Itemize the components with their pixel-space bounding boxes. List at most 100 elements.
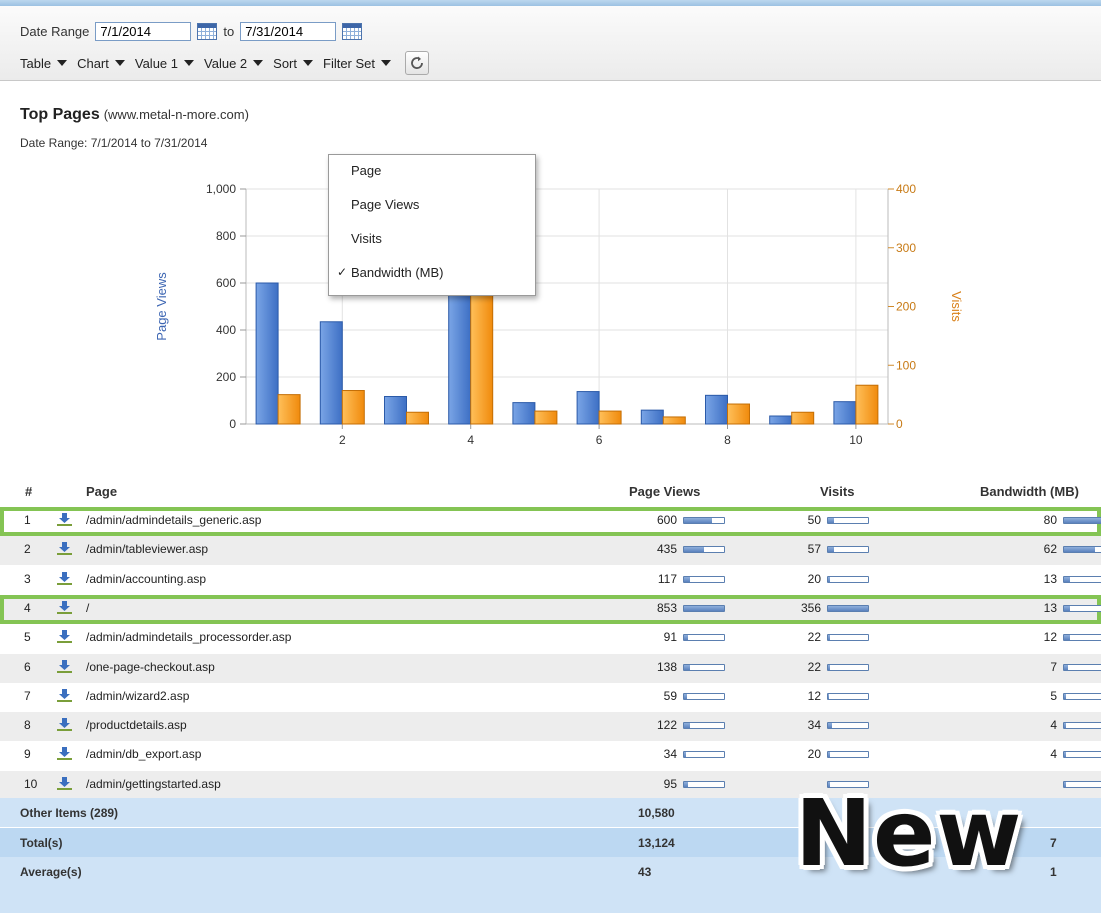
column-header-bandwidth[interactable]: Bandwidth (MB): [980, 484, 1079, 499]
table-row[interactable]: 8/productdetails.asp 122 34 4: [0, 712, 1101, 741]
bar-visits[interactable]: [277, 394, 301, 425]
table-row[interactable]: 9/admin/db_export.asp 34 20 4: [0, 741, 1101, 770]
page-views-cell-value: 122: [656, 718, 677, 732]
download-icon[interactable]: [56, 688, 73, 703]
bar-page-views[interactable]: [319, 321, 343, 425]
sort-option-bandwidth-mb[interactable]: Bandwidth (MB): [351, 265, 443, 280]
table-row[interactable]: 4 / 853 356 13: [0, 595, 1101, 624]
mini-bar: [683, 546, 725, 554]
calendar-icon[interactable]: [342, 22, 363, 40]
visits-cell: 50: [808, 513, 869, 527]
mini-bar-fill: [1064, 723, 1066, 729]
row-number: 10: [24, 777, 38, 791]
page-views-cell-value: 600: [656, 513, 677, 527]
download-icon[interactable]: [56, 659, 73, 674]
mini-bar-fill: [828, 665, 831, 671]
menu-label: Sort: [273, 55, 297, 71]
bar-page-views[interactable]: [640, 409, 664, 425]
download-icon[interactable]: [56, 600, 73, 615]
y2-tick-label: 400: [896, 182, 916, 196]
page-link[interactable]: /one-page-checkout.asp: [86, 660, 215, 674]
row-number: 6: [24, 660, 31, 674]
page-link[interactable]: /admin/tableviewer.asp: [86, 542, 208, 556]
summary-page-views: 43: [638, 865, 652, 879]
column-header-page[interactable]: Page: [86, 484, 117, 499]
page-views-cell: 59: [664, 689, 725, 703]
column-header-number[interactable]: #: [25, 484, 32, 499]
bar-visits[interactable]: [662, 416, 686, 425]
bandwidth-cell-value: 80: [1043, 513, 1057, 527]
calendar-icon[interactable]: [197, 22, 218, 40]
page-link[interactable]: /productdetails.asp: [86, 718, 187, 732]
mini-bar: [827, 693, 869, 701]
menu-filter-set[interactable]: Filter Set: [323, 56, 392, 71]
table-row[interactable]: 7/admin/wizard2.asp 59 12 5: [0, 683, 1101, 712]
download-icon[interactable]: [56, 571, 73, 586]
menu-chart[interactable]: Chart: [77, 56, 125, 71]
date-from-input[interactable]: [95, 21, 192, 41]
table-row[interactable]: 6/one-page-checkout.asp 138 22 7: [0, 654, 1101, 683]
menu-value-2[interactable]: Value 2: [204, 56, 264, 71]
download-icon[interactable]: [56, 776, 73, 791]
page-link[interactable]: /admin/admindetails_processorder.asp: [86, 630, 291, 644]
bar-page-views[interactable]: [833, 401, 857, 425]
mini-bar-fill: [1064, 547, 1096, 553]
bar-page-views[interactable]: [705, 394, 728, 425]
bar-page-views[interactable]: [576, 391, 600, 425]
page-views-cell-value: 138: [656, 660, 677, 674]
download-icon[interactable]: [56, 512, 73, 527]
menu-table[interactable]: Table: [20, 56, 68, 71]
download-icon[interactable]: [56, 746, 73, 761]
page-link[interactable]: /admin/wizard2.asp: [86, 689, 189, 703]
y-tick-label: 0: [229, 417, 236, 431]
mini-bar: [827, 722, 869, 730]
bar-page-views[interactable]: [255, 282, 279, 425]
y2-axis-title: Visits: [949, 291, 964, 322]
menu-sort[interactable]: Sort: [273, 56, 313, 71]
download-icon[interactable]: [56, 541, 73, 556]
y2-tick-label: 100: [896, 358, 916, 372]
page-link[interactable]: /admin/gettingstarted.asp: [86, 777, 221, 791]
page-link[interactable]: /admin/accounting.asp: [86, 572, 206, 586]
table-row[interactable]: 5/admin/admindetails_processorder.asp 91 2…: [0, 624, 1101, 653]
mini-bar: [827, 576, 869, 584]
sort-option-visits[interactable]: Visits: [351, 231, 382, 246]
page-views-cell-value: 34: [663, 747, 677, 761]
mini-bar-fill: [828, 547, 835, 553]
mini-bar: [1063, 576, 1101, 584]
bar-visits[interactable]: [406, 411, 429, 425]
column-header-page-views[interactable]: Page Views: [629, 484, 700, 499]
bar-visits[interactable]: [791, 411, 815, 425]
bar-visits[interactable]: [598, 410, 622, 425]
download-icon[interactable]: [56, 717, 73, 732]
refresh-button[interactable]: [405, 51, 430, 75]
bar-visits[interactable]: [855, 384, 879, 425]
bar-page-views[interactable]: [384, 396, 407, 425]
page-views-cell: 138: [657, 660, 725, 674]
table-row[interactable]: 1/admin/admindetails_generic.asp 600 50 80: [0, 507, 1101, 536]
page-link[interactable]: /admin/admindetails_generic.asp: [86, 513, 261, 527]
mini-bar: [683, 664, 725, 672]
date-to-input[interactable]: [240, 21, 337, 41]
page-link[interactable]: /admin/db_export.asp: [86, 747, 201, 761]
page-views-cell: 435: [657, 542, 725, 556]
menu-value-1[interactable]: Value 1: [135, 56, 195, 71]
bandwidth-cell: 4: [1050, 747, 1101, 761]
sort-option-page-views[interactable]: Page Views: [351, 197, 419, 212]
mini-bar-fill: [1064, 782, 1066, 788]
bar-visits[interactable]: [534, 410, 558, 425]
page-link[interactable]: /: [86, 601, 89, 615]
download-icon[interactable]: [56, 629, 73, 644]
visits-cell-value: 20: [807, 747, 821, 761]
page-views-cell-value: 117: [657, 572, 677, 586]
column-header-visits[interactable]: Visits: [820, 484, 854, 499]
row-number: 2: [24, 542, 31, 556]
table-row[interactable]: 2/admin/tableviewer.asp 435 57 62: [0, 536, 1101, 565]
table-row[interactable]: 3/admin/accounting.asp 117 20 13: [0, 566, 1101, 595]
bar-visits[interactable]: [341, 390, 365, 425]
bandwidth-cell: 80: [1044, 513, 1101, 527]
bar-page-views[interactable]: [512, 402, 536, 425]
bar-page-views[interactable]: [769, 415, 793, 425]
sort-option-page[interactable]: Page: [351, 163, 381, 178]
bar-visits[interactable]: [727, 403, 750, 425]
